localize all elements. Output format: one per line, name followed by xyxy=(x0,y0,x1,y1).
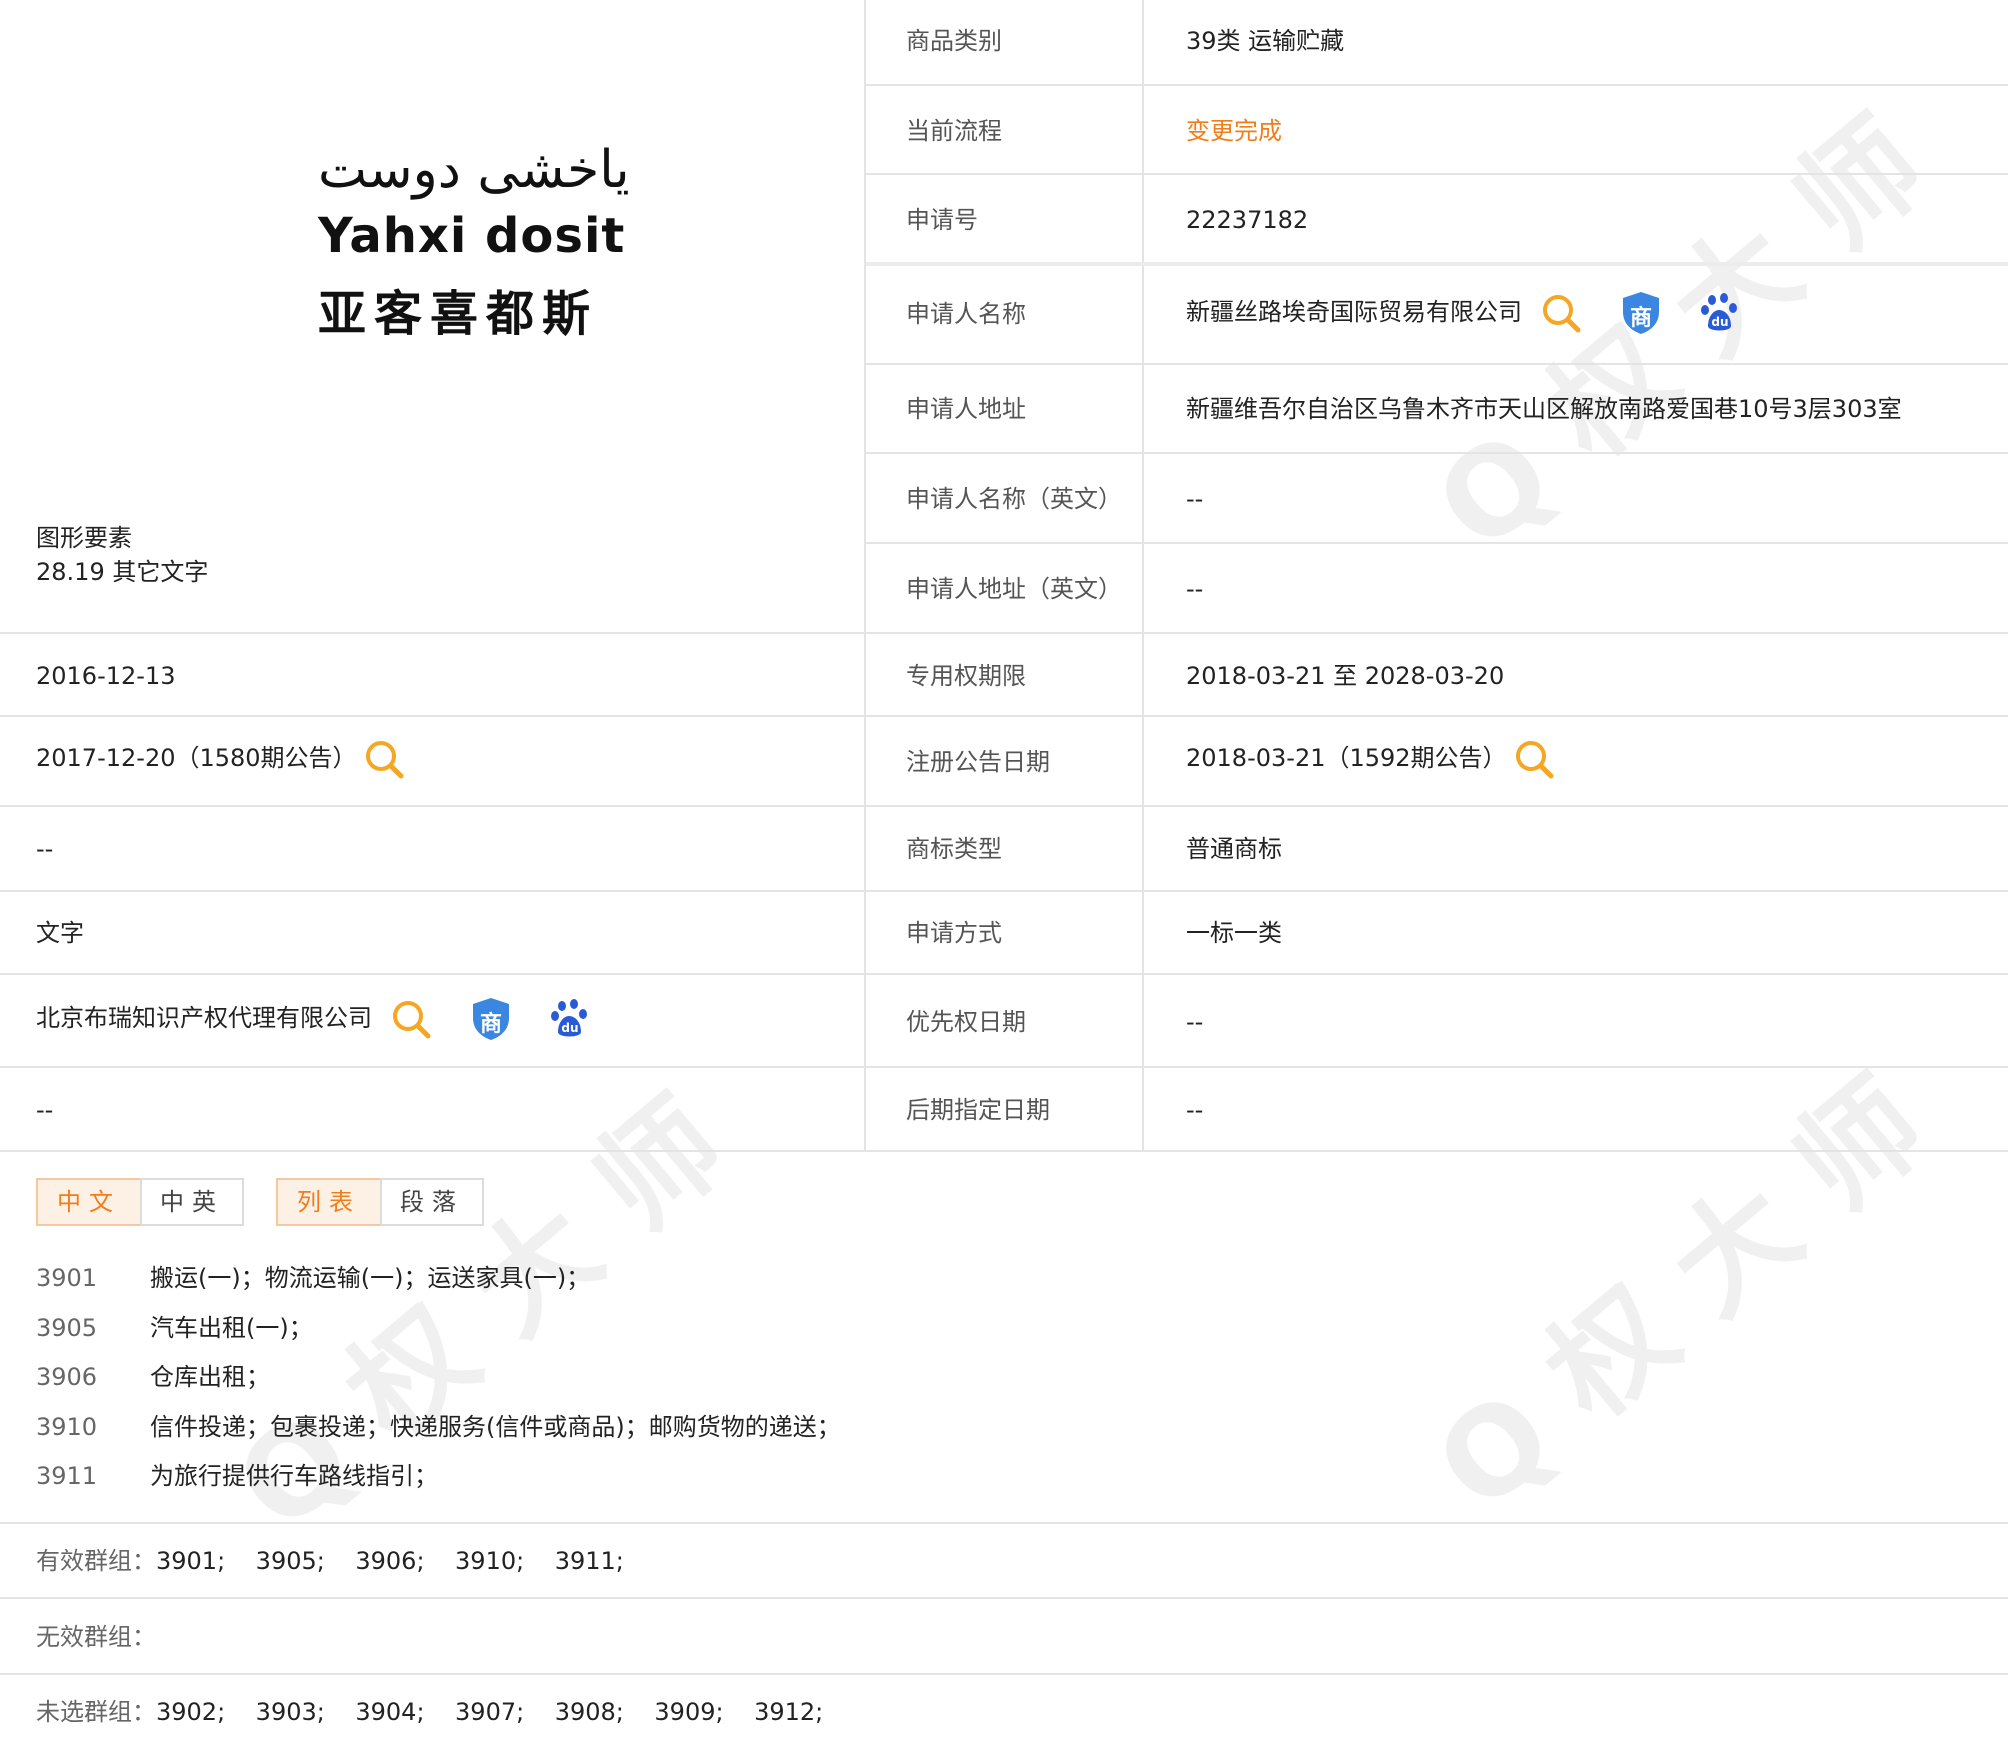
paw-text: du xyxy=(1711,315,1729,329)
value-later-designation: -- xyxy=(1186,1096,1204,1124)
value-app-no: 22237182 xyxy=(1186,206,1309,234)
goods-desc: 为旅行提供行车路线指引； xyxy=(150,1462,438,1490)
search-icon[interactable] xyxy=(363,738,405,780)
goods-desc: 信件投递；包裹投递；快递服务(信件或商品)；邮购货物的递送； xyxy=(150,1413,841,1441)
goods-code: 3901 xyxy=(36,1264,98,1292)
logo-arabic-text: ياخشى دوست xyxy=(318,140,630,200)
value-application-date: 2016-12-13 xyxy=(36,662,176,690)
row-divider xyxy=(0,632,2008,634)
label-process: 当前流程 xyxy=(906,117,1002,145)
label-goods-class: 商品类别 xyxy=(906,27,1002,55)
tab-paragraph-view[interactable]: 段落 xyxy=(380,1178,484,1226)
invalid-groups-label: 无效群组： xyxy=(36,1623,156,1651)
value-address-en: -- xyxy=(1186,575,1204,603)
shield-char: 商 xyxy=(479,1012,502,1037)
value-agent[interactable]: 北京布瑞知识产权代理有限公司 xyxy=(36,1006,372,1030)
value-mark-type: 普通商标 xyxy=(1186,835,1282,863)
logo-chinese-text: 亚客喜都斯 xyxy=(318,286,599,342)
unselected-groups-label: 未选群组： xyxy=(36,1698,156,1726)
tab-chinese[interactable]: 中文 xyxy=(36,1178,142,1226)
paw-text: du xyxy=(561,1021,579,1035)
row-divider xyxy=(0,1150,2008,1152)
watermark: Q 权 大 师 xyxy=(1411,93,1951,578)
label-filing-method: 申请方式 xyxy=(906,919,1002,947)
search-icon[interactable] xyxy=(390,998,432,1040)
goods-code: 3906 xyxy=(36,1363,98,1391)
valid-groups-value: 3901; 3905; 3906; 3910; 3911; xyxy=(156,1547,624,1575)
label-exclusive-period: 专用权期限 xyxy=(906,662,1026,690)
value-filing-method: 一标一类 xyxy=(1186,919,1282,947)
goods-desc: 仓库出租； xyxy=(150,1363,270,1391)
search-icon[interactable] xyxy=(1513,738,1555,780)
search-icon[interactable] xyxy=(1540,292,1582,334)
label-app-no: 申请号 xyxy=(906,206,978,234)
label-address: 申请人地址 xyxy=(906,395,1026,423)
logo-latin-text: Yahxi dosit xyxy=(318,208,626,264)
shield-char: 商 xyxy=(1629,306,1652,331)
goods-desc: 汽车出租(一)； xyxy=(150,1314,313,1342)
label-mark-type: 商标类型 xyxy=(906,835,1002,863)
label-applicant-en: 申请人名称（英文） xyxy=(906,485,1122,513)
goods-desc: 搬运(一)；物流运输(一)；运送家具(一)； xyxy=(150,1264,591,1292)
tab-chinese-english[interactable]: 中英 xyxy=(140,1178,244,1226)
value-exclusive-period: 2018-03-21 至 2028-03-20 xyxy=(1186,662,1505,690)
value-row6: -- xyxy=(36,1096,54,1124)
goods-code: 3910 xyxy=(36,1413,98,1441)
figure-elements-value: 28.19 其它文字 xyxy=(36,558,209,586)
row-divider xyxy=(866,542,2008,544)
trademark-shield-icon[interactable]: 商 xyxy=(1620,290,1662,336)
row-divider xyxy=(866,452,2008,454)
baidu-paw-icon[interactable]: du xyxy=(1700,292,1742,334)
row-divider xyxy=(0,973,2008,975)
label-priority-date: 优先权日期 xyxy=(906,1008,1026,1036)
row-divider xyxy=(866,173,2008,175)
row-divider xyxy=(0,1597,2008,1599)
watermark: Q 权 大 师 xyxy=(1411,1053,1951,1538)
value-priority-date: -- xyxy=(1186,1008,1204,1036)
value-mark-form: 文字 xyxy=(36,919,84,947)
row-divider xyxy=(0,1673,2008,1675)
tab-list-view[interactable]: 列表 xyxy=(276,1178,382,1226)
figure-elements-label: 图形要素 xyxy=(36,524,132,552)
label-applicant: 申请人名称 xyxy=(906,300,1026,328)
value-applicant[interactable]: 新疆丝路埃奇国际贸易有限公司 xyxy=(1186,300,1522,324)
valid-groups-label: 有效群组： xyxy=(36,1547,156,1575)
baidu-paw-icon[interactable]: du xyxy=(550,998,592,1040)
row-divider xyxy=(866,363,2008,365)
trademark-shield-icon[interactable]: 商 xyxy=(470,996,512,1042)
row-divider xyxy=(0,805,2008,807)
row-divider xyxy=(0,715,2008,717)
row-divider xyxy=(0,1066,2008,1068)
unselected-groups-value: 3902; 3903; 3904; 3907; 3908; 3909; 3912… xyxy=(156,1698,824,1726)
label-reg-notice-date: 注册公告日期 xyxy=(906,748,1050,776)
label-later-designation: 后期指定日期 xyxy=(906,1096,1050,1124)
goods-code: 3911 xyxy=(36,1462,98,1490)
value-preliminary-notice: 2017-12-20（1580期公告） xyxy=(36,744,357,772)
row-divider xyxy=(0,890,2008,892)
value-row3: -- xyxy=(36,835,54,863)
value-reg-notice-date: 2018-03-21（1592期公告） xyxy=(1186,744,1507,772)
row-divider xyxy=(866,84,2008,86)
value-goods-class: 39类 运输贮藏 xyxy=(1186,27,1345,55)
value-process: 变更完成 xyxy=(1186,117,1282,145)
goods-code: 3905 xyxy=(36,1314,98,1342)
label-address-en: 申请人地址（英文） xyxy=(906,575,1122,603)
value-applicant-en: -- xyxy=(1186,485,1204,513)
row-divider xyxy=(0,1522,2008,1524)
value-address: 新疆维吾尔自治区乌鲁木齐市天山区解放南路爱国巷10号3层303室 xyxy=(1186,395,1902,423)
row-divider xyxy=(866,262,2008,266)
